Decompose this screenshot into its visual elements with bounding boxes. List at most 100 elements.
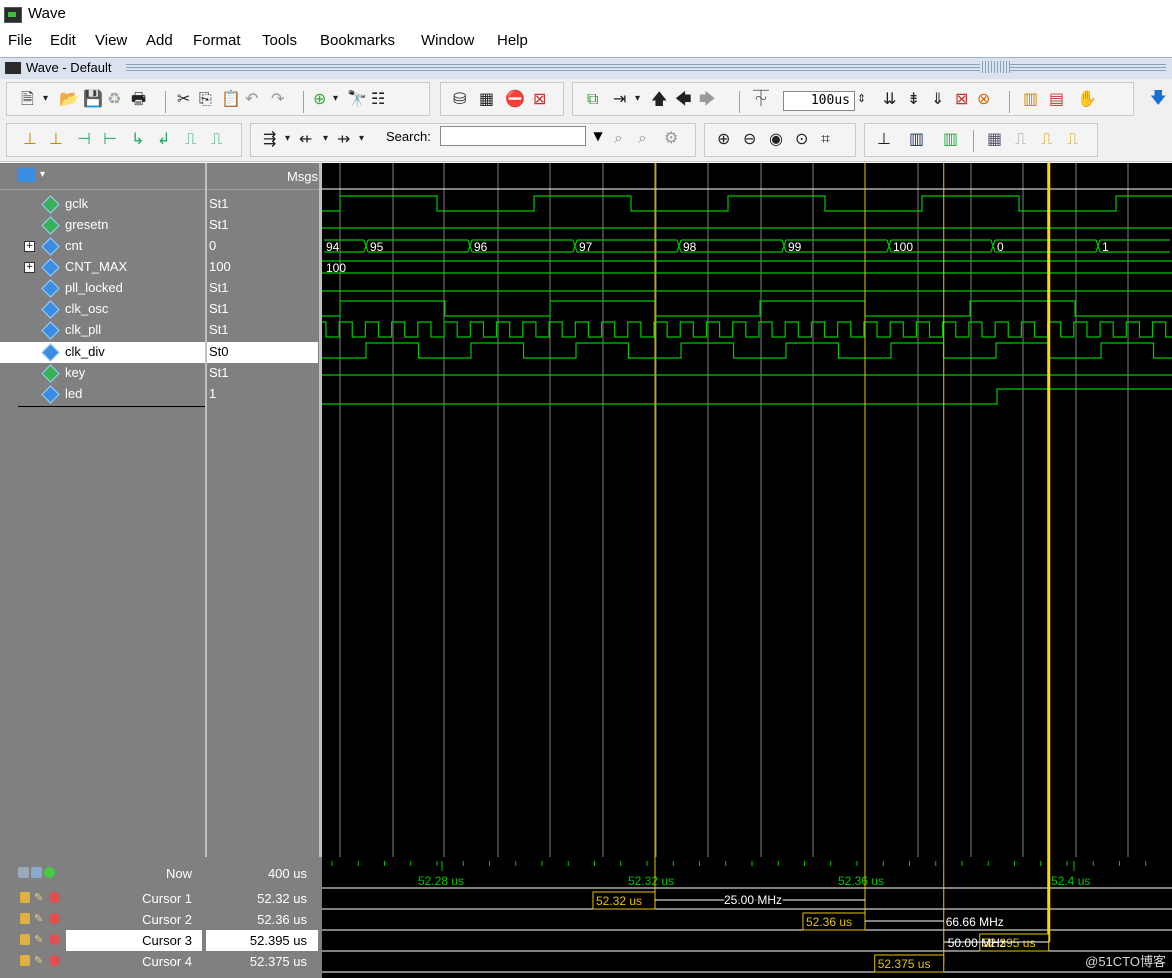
- insert-cursor-icon[interactable]: ⇶: [263, 130, 276, 148]
- wave-format-icon[interactable]: ⎍: [1015, 130, 1026, 148]
- dropdown-arrow-icon[interactable]: ▾: [40, 169, 45, 180]
- signal-row-clk-div[interactable]: clk_div: [0, 342, 206, 363]
- open-folder-icon[interactable]: 📂: [59, 90, 79, 108]
- dropdown-arrow-icon[interactable]: ▾: [333, 90, 338, 108]
- lock-cursor-icon[interactable]: ⇸: [337, 130, 350, 148]
- zoom-cursor-icon[interactable]: ⊙: [795, 130, 808, 148]
- menu-file[interactable]: File: [8, 32, 32, 49]
- menu-window[interactable]: Window: [421, 32, 474, 49]
- memory-profile-icon[interactable]: ▤: [1049, 90, 1064, 108]
- add-icon[interactable]: ⊕: [313, 90, 326, 108]
- expand-time-icon[interactable]: ⊥: [877, 130, 891, 148]
- run-icon[interactable]: ⇊: [883, 90, 896, 108]
- hierarchy-icon[interactable]: ☷: [371, 90, 385, 108]
- dropdown-arrow-icon[interactable]: ▾: [285, 130, 290, 148]
- left-arrow-icon[interactable]: 🡄: [675, 90, 692, 108]
- menu-tools[interactable]: Tools: [262, 32, 297, 49]
- signal-row-gclk[interactable]: gclk: [0, 194, 206, 215]
- remove-cursor-icon[interactable]: [49, 913, 60, 924]
- signal-row-cnt-max[interactable]: + CNT_MAX: [0, 257, 206, 278]
- find-rising-edge-icon[interactable]: ⊥: [23, 130, 37, 148]
- save-icon[interactable]: 💾: [83, 90, 103, 108]
- waveform-pane[interactable]: 94 95 96 97 98 99 100 0 1 100: [322, 163, 1172, 857]
- next-falling-icon[interactable]: ⎍: [211, 130, 222, 148]
- up-arrow-icon[interactable]: 🡅: [651, 90, 667, 108]
- prev-edge-icon[interactable]: ↳: [131, 130, 144, 148]
- menu-add[interactable]: Add: [146, 32, 173, 49]
- search-next-icon[interactable]: ⌕: [638, 129, 647, 147]
- wave-literal-icon[interactable]: ⎍: [1067, 130, 1078, 148]
- pencil-icon[interactable]: ✎: [34, 934, 44, 945]
- signal-row-clk-pll[interactable]: clk_pll: [0, 320, 206, 341]
- cursor-row-2[interactable]: ✎ Cursor 2: [0, 909, 206, 930]
- event-time-icon[interactable]: ▥: [909, 130, 924, 148]
- hand-icon[interactable]: ✋: [1077, 90, 1097, 108]
- redo-icon[interactable]: ↷: [271, 90, 284, 108]
- dropdown-arrow-icon[interactable]: ▾: [323, 130, 328, 148]
- menu-edit[interactable]: Edit: [50, 32, 76, 49]
- find-falling-edge-icon[interactable]: ⊥: [49, 130, 63, 148]
- signal-type-icon[interactable]: [18, 168, 36, 182]
- signal-row-gresetn[interactable]: gresetn: [0, 215, 206, 236]
- new-file-icon[interactable]: 🗎: [21, 90, 34, 108]
- remove-cursor-icon[interactable]: [49, 955, 60, 966]
- pencil-icon[interactable]: ✎: [34, 892, 44, 903]
- dropdown-arrow-icon[interactable]: ▾: [43, 90, 48, 108]
- zoom-region-icon[interactable]: ⌗: [821, 130, 830, 148]
- zoom-full-icon[interactable]: ◉: [769, 130, 783, 148]
- wave-step-icon[interactable]: ⎍: [1041, 130, 1052, 148]
- reload-icon[interactable]: ♻: [107, 90, 121, 108]
- break-icon[interactable]: ⛔: [505, 90, 525, 108]
- pencil-icon[interactable]: ✎: [34, 955, 44, 966]
- cursor-list-icon[interactable]: [18, 867, 29, 878]
- continue-icon[interactable]: ⇟: [907, 90, 920, 108]
- add-cursor-icon[interactable]: [44, 867, 55, 878]
- signal-row-clk-osc[interactable]: clk_osc: [0, 299, 206, 320]
- dropdown-arrow-icon[interactable]: ▾: [635, 90, 640, 108]
- delete-icon[interactable]: ⊠: [533, 90, 546, 108]
- search-prev-icon[interactable]: ⌕: [614, 129, 623, 147]
- waveform-canvas[interactable]: 94 95 96 97 98 99 100 0 1 100: [322, 163, 1172, 857]
- break-sim-icon[interactable]: ⊠: [955, 90, 968, 108]
- lock-icon[interactable]: [20, 955, 30, 966]
- delete-cursor-icon[interactable]: ⇷: [299, 130, 312, 148]
- menu-bookmarks[interactable]: Bookmarks: [320, 32, 395, 49]
- spinner-icon[interactable]: ⇕: [857, 90, 866, 108]
- search-options-icon[interactable]: ⚙: [664, 129, 678, 147]
- grid-icon[interactable]: ▦: [987, 130, 1002, 148]
- zoom-out-icon[interactable]: ⊖: [743, 130, 756, 148]
- next-edge-icon[interactable]: ↲: [157, 130, 170, 148]
- find-icon[interactable]: 🔭: [347, 90, 367, 108]
- cursor-row-3[interactable]: ✎ Cursor 3: [0, 930, 206, 951]
- next-transition-icon[interactable]: ⊢: [103, 130, 117, 148]
- cursor-edit-icon[interactable]: [31, 867, 42, 878]
- signal-row-pll-locked[interactable]: pll_locked: [0, 278, 206, 299]
- signal-row-led[interactable]: led: [0, 384, 206, 405]
- pane-splitter[interactable]: [205, 163, 207, 978]
- lock-icon[interactable]: [20, 913, 30, 924]
- prev-transition-icon[interactable]: ⊣: [77, 130, 91, 148]
- cut-icon[interactable]: ✂: [177, 90, 190, 108]
- signal-row-key[interactable]: key: [0, 363, 206, 384]
- run-length-icon[interactable]: ⏇: [753, 90, 769, 108]
- remove-cursor-icon[interactable]: [49, 892, 60, 903]
- lock-icon[interactable]: [20, 934, 30, 945]
- more-arrow-icon[interactable]: 🡇: [1150, 89, 1166, 107]
- pencil-icon[interactable]: ✎: [34, 913, 44, 924]
- search-input[interactable]: [440, 126, 586, 146]
- delta-time-icon[interactable]: ▥: [943, 130, 958, 148]
- header-grip[interactable]: [980, 61, 1010, 73]
- step-icon[interactable]: ⇥: [613, 90, 626, 108]
- cursor-timeline-canvas[interactable]: 52.28 us 52.32 us 52.36 us 52.4 us 52.32 us 5…: [322, 857, 1172, 978]
- lock-icon[interactable]: [20, 892, 30, 903]
- prev-falling-icon[interactable]: ⎍: [185, 130, 196, 148]
- cursor-row-4[interactable]: ✎ Cursor 4: [0, 951, 206, 972]
- performance-icon[interactable]: ▥: [1023, 90, 1038, 108]
- memory-icon[interactable]: ▦: [479, 90, 494, 108]
- remove-cursor-icon[interactable]: [49, 934, 60, 945]
- signal-row-cnt[interactable]: + cnt: [0, 236, 206, 257]
- search-dropdown-icon[interactable]: ▼: [588, 126, 608, 146]
- menu-view[interactable]: View: [95, 32, 127, 49]
- restart-icon[interactable]: ⧉: [587, 90, 598, 108]
- run-all-icon[interactable]: ⇓: [931, 90, 944, 108]
